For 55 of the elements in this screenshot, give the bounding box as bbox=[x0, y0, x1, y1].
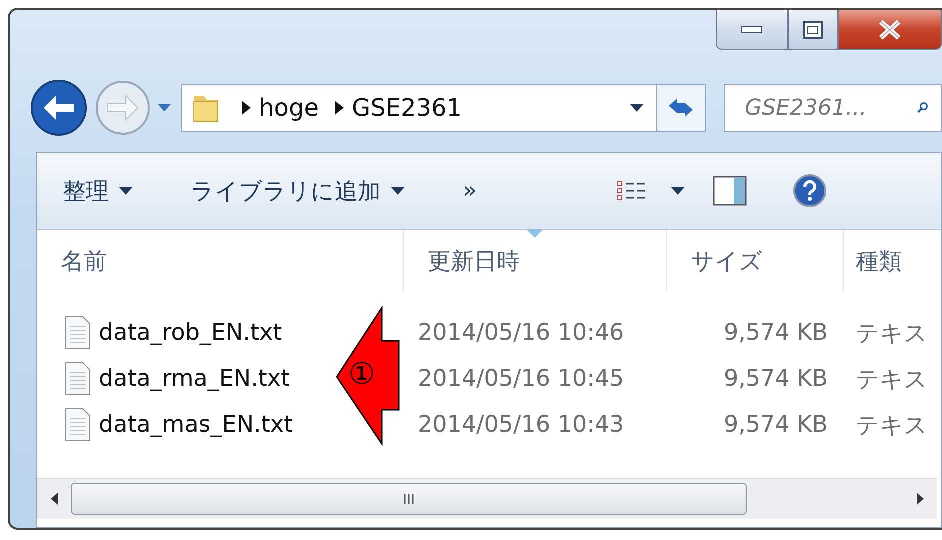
refresh-button[interactable] bbox=[657, 84, 706, 132]
file-name[interactable]: data_mas_EN.txt bbox=[99, 412, 293, 438]
breadcrumb-item[interactable]: hoge bbox=[251, 94, 327, 122]
file-size: 9,574 KB bbox=[722, 412, 829, 438]
maximize-icon bbox=[803, 20, 823, 38]
preview-pane-icon bbox=[713, 176, 748, 206]
text-file-icon bbox=[65, 316, 91, 350]
breadcrumb-arrow-icon bbox=[334, 101, 344, 115]
breadcrumb-item[interactable]: GSE2361 bbox=[344, 94, 470, 122]
minimize-button[interactable] bbox=[716, 10, 788, 50]
more-button[interactable]: » bbox=[463, 178, 478, 204]
modified-date: 2014/05/16 10:46 bbox=[417, 320, 626, 346]
step-number: ① bbox=[348, 356, 376, 394]
back-button[interactable] bbox=[30, 79, 88, 137]
grip-icon bbox=[403, 493, 415, 505]
address-bar[interactable]: hoge GSE2361 bbox=[181, 84, 658, 132]
right-arrow-icon bbox=[916, 493, 924, 505]
file-size: 9,574 KB bbox=[722, 366, 829, 392]
caret-icon bbox=[158, 104, 172, 112]
caret-icon bbox=[630, 104, 644, 112]
search-input[interactable]: GSE2361... bbox=[743, 94, 908, 122]
refresh-arrows-icon bbox=[667, 97, 696, 119]
search-box[interactable]: GSE2361... bbox=[724, 84, 942, 132]
file-type: テキス bbox=[855, 412, 929, 440]
file-type: テキス bbox=[855, 366, 929, 394]
breadcrumb-arrow-icon bbox=[242, 101, 252, 115]
details-view-icon bbox=[617, 180, 648, 202]
caret-icon bbox=[671, 186, 686, 196]
left-arrow-icon bbox=[50, 493, 58, 505]
maximize-button[interactable] bbox=[788, 10, 838, 50]
scroll-thumb[interactable] bbox=[71, 483, 747, 515]
text-file-icon bbox=[65, 408, 91, 442]
menu-button[interactable]: 整理 bbox=[63, 176, 133, 206]
modified-date: 2014/05/16 10:45 bbox=[417, 366, 626, 392]
column-header[interactable]: サイズ bbox=[667, 230, 844, 292]
view-options-button[interactable] bbox=[617, 180, 686, 202]
help-icon bbox=[793, 174, 828, 208]
file-name[interactable]: data_rob_EN.txt bbox=[99, 320, 282, 346]
horizontal-scrollbar[interactable] bbox=[37, 478, 937, 519]
caret-icon bbox=[391, 186, 405, 196]
menu-button[interactable]: ライブラリに追加 bbox=[191, 176, 405, 206]
close-button[interactable] bbox=[838, 10, 942, 50]
column-header[interactable]: 種類 bbox=[844, 230, 941, 292]
close-icon bbox=[878, 20, 902, 40]
caret-icon bbox=[119, 186, 133, 196]
file-name[interactable]: data_rma_EN.txt bbox=[99, 366, 290, 392]
file-type: テキス bbox=[855, 320, 929, 348]
modified-date: 2014/05/16 10:43 bbox=[417, 412, 626, 438]
minimize-icon bbox=[741, 26, 763, 34]
file-size: 9,574 KB bbox=[722, 320, 829, 346]
help-button[interactable] bbox=[793, 174, 828, 208]
column-header[interactable]: 更新日時 bbox=[404, 230, 667, 292]
column-header[interactable]: 名前 bbox=[37, 230, 404, 292]
text-file-icon bbox=[65, 362, 91, 396]
preview-pane-button[interactable] bbox=[713, 176, 748, 206]
